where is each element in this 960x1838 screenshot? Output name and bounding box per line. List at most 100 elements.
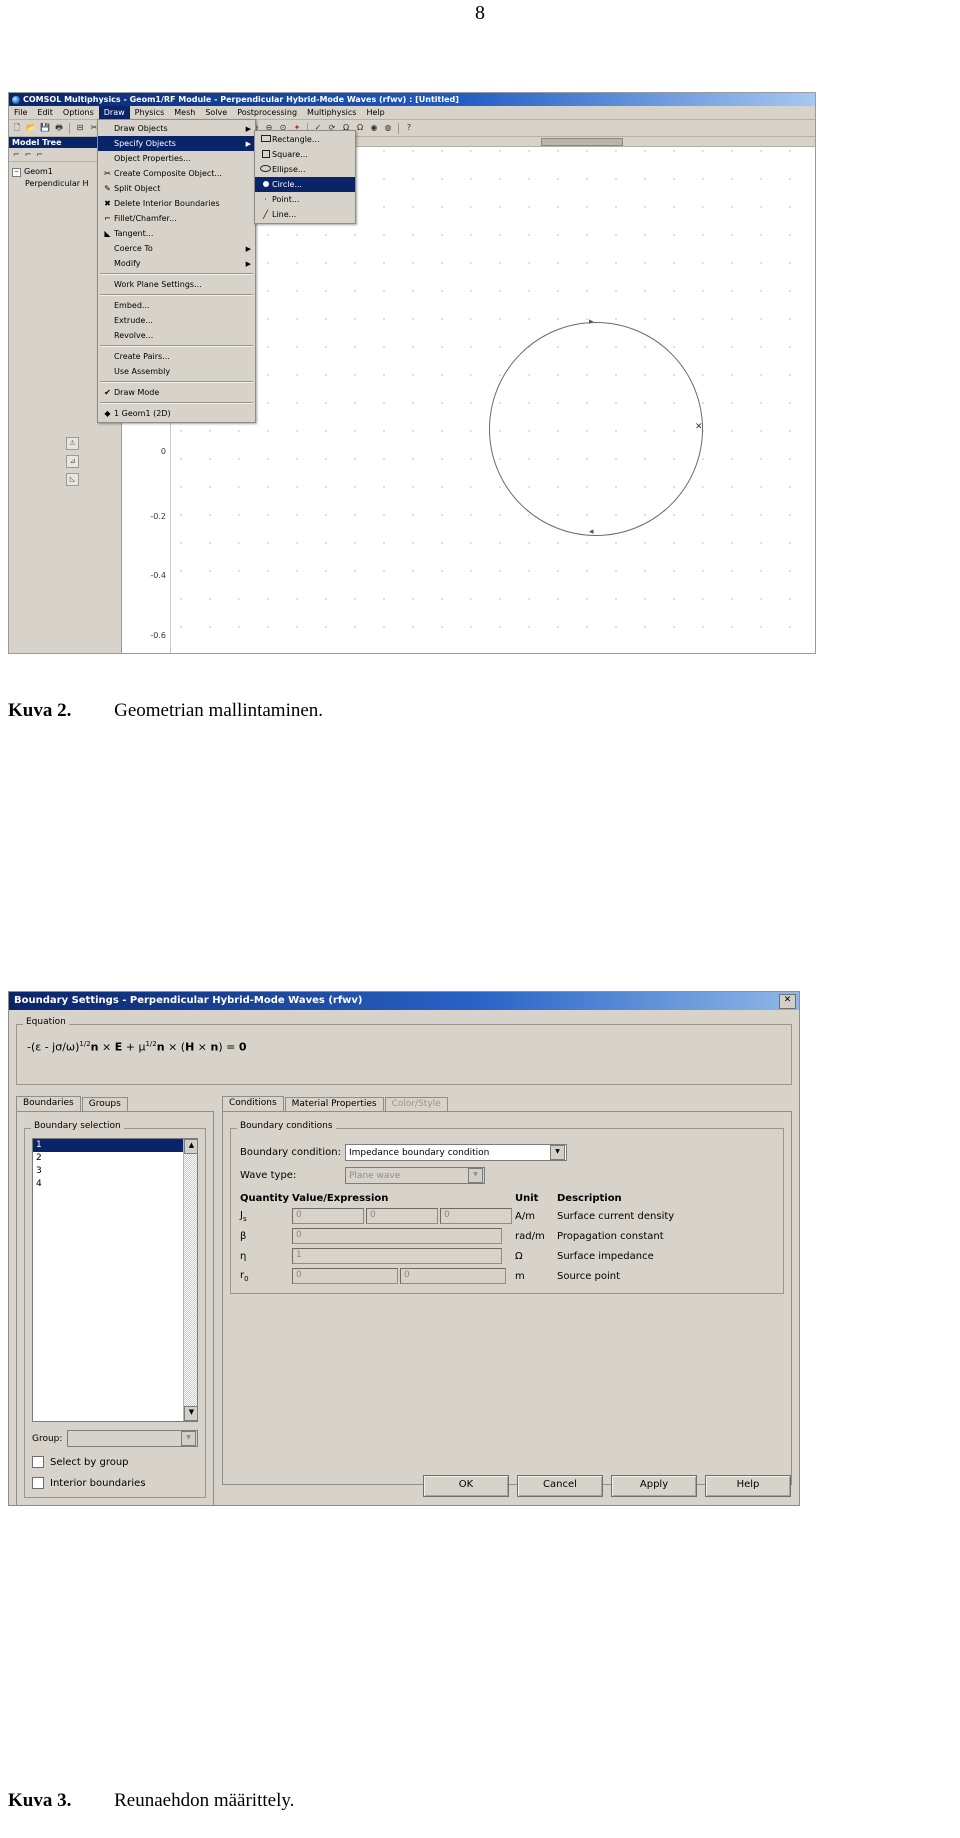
model-tree-icon[interactable]: ⊟ [74, 122, 86, 134]
menu-solve[interactable]: Solve [200, 106, 232, 119]
boundary-list-scrollbar[interactable]: ▲ ▼ [183, 1139, 197, 1421]
menu-postprocessing[interactable]: Postprocessing [232, 106, 302, 119]
select-by-group-checkbox[interactable] [32, 1456, 44, 1468]
specify-objects-submenu[interactable]: Rectangle... Square... Ellipse... Circle...… [254, 130, 356, 224]
dialog-button-row[interactable]: OK Cancel Apply Help [423, 1475, 791, 1497]
help-icon[interactable]: ? [403, 122, 415, 134]
close-icon[interactable]: ✕ [779, 993, 796, 1009]
menu-file[interactable]: File [9, 106, 32, 119]
tab-groups[interactable]: Groups [81, 1097, 128, 1111]
tab-color-style[interactable]: Color/Style [384, 1097, 448, 1111]
eta-input[interactable]: 1 [292, 1248, 502, 1264]
draw-menu-item-1-geom1-2d[interactable]: ◆ 1 Geom1 (2D) [98, 406, 255, 421]
tree-collapse-icon[interactable]: ⌐ [13, 150, 20, 159]
draw-menu-item-work-plane-settings[interactable]: Work Plane Settings... [98, 277, 255, 292]
scroll-up-icon[interactable]: ▲ [184, 1139, 197, 1154]
beta-input[interactable]: 0 [292, 1228, 502, 1244]
draw-menu-item-draw-mode[interactable]: ✔ Draw Mode [98, 385, 255, 400]
specify-submenu-item-ellipse[interactable]: Ellipse... [255, 162, 355, 177]
warning-icon[interactable]: ⚠ [66, 437, 79, 450]
boundary-list[interactable]: 1 2 3 4 ▲ ▼ [32, 1138, 198, 1422]
menu-physics[interactable]: Physics [130, 106, 170, 119]
js-y-input[interactable]: 0 [366, 1208, 438, 1224]
cancel-button[interactable]: Cancel [517, 1475, 603, 1497]
postprocessing-icon[interactable]: ◍ [382, 122, 394, 134]
draw-menu-item-object-properties[interactable]: Object Properties... [98, 151, 255, 166]
fillet-icon: ⌐ [104, 214, 111, 223]
r0-y-input[interactable]: 0 [400, 1268, 506, 1284]
specify-submenu-item-circle[interactable]: Circle... [255, 177, 355, 192]
select-by-group-row[interactable]: Select by group [32, 1456, 198, 1468]
print-icon[interactable]: 🖶 [53, 122, 65, 134]
draw-menu-item-use-assembly[interactable]: Use Assembly [98, 364, 255, 379]
menu-help[interactable]: Help [361, 106, 389, 119]
dialog-body: Equation -(ε - jσ/ω)1/2n × E + μ1/2n × (… [9, 1010, 799, 1505]
draw-menu-item-coerce-to[interactable]: Coerce To ▶ [98, 241, 255, 256]
chevron-down-icon[interactable]: ▼ [468, 1168, 483, 1183]
draw-menu-item-extrude[interactable]: Extrude... [98, 313, 255, 328]
draw-menu-item-revolve[interactable]: Revolve... [98, 328, 255, 343]
specify-submenu-item-square[interactable]: Square... [255, 147, 355, 162]
draw-tool-palette[interactable]: ⚠ ⊿ ◺ [66, 437, 79, 486]
interior-boundaries-row[interactable]: Interior boundaries [32, 1477, 198, 1489]
chevron-down-icon[interactable]: ▼ [550, 1145, 565, 1160]
menu-options[interactable]: Options [58, 106, 99, 119]
menu-edit[interactable]: Edit [32, 106, 58, 119]
draw-menu-item-delete-interior-boundaries[interactable]: ✖ Delete Interior Boundaries [98, 196, 255, 211]
tree-refresh-icon[interactable]: ⌐ [36, 150, 43, 159]
help-button[interactable]: Help [705, 1475, 791, 1497]
interior-boundaries-checkbox[interactable] [32, 1477, 44, 1489]
right-tab-strip[interactable]: Conditions Material Properties Color/Sty… [222, 1095, 792, 1111]
boundary-conditions-group: Boundary conditions Boundary condition: … [230, 1121, 784, 1294]
apply-button[interactable]: Apply [611, 1475, 697, 1497]
draw-menu-item-embed[interactable]: Embed... [98, 298, 255, 313]
scroll-down-icon[interactable]: ▼ [184, 1406, 197, 1421]
boundary-condition-select[interactable]: Impedance boundary condition ▼ [345, 1144, 567, 1161]
tab-boundaries[interactable]: Boundaries [16, 1096, 81, 1111]
js-x-input[interactable]: 0 [292, 1208, 364, 1224]
list-item[interactable]: 3 [33, 1165, 197, 1178]
specify-submenu-item-point[interactable]: · Point... [255, 192, 355, 207]
new-icon[interactable]: 🗋 [11, 122, 23, 134]
menu-bar[interactable]: File Edit Options Draw Physics Mesh Solv… [9, 106, 815, 120]
chevron-down-icon[interactable]: ▼ [181, 1431, 196, 1446]
draw-menu-item-modify[interactable]: Modify ▶ [98, 256, 255, 271]
menu-multiphysics[interactable]: Multiphysics [302, 106, 361, 119]
header-value-expression: Value/Expression [292, 1193, 389, 1204]
specify-submenu-item-rectangle[interactable]: Rectangle... [255, 132, 355, 147]
polyline-icon[interactable]: ⊿ [66, 455, 79, 468]
menu-draw[interactable]: Draw [98, 106, 130, 119]
tab-conditions[interactable]: Conditions [222, 1096, 284, 1111]
group-select[interactable]: ▼ [67, 1430, 198, 1447]
r0-x-input[interactable]: 0 [292, 1268, 398, 1284]
draw-dropdown-menu[interactable]: Draw Objects ▶ Specify Objects ▶ Object Prop… [97, 119, 256, 423]
draw-menu-item-split-object[interactable]: ✎ Split Object [98, 181, 255, 196]
circle-geometry[interactable] [489, 322, 703, 536]
ok-button[interactable]: OK [423, 1475, 509, 1497]
tree-expand-icon[interactable]: ⌐ [25, 150, 32, 159]
draw-menu-item-create-pairs[interactable]: Create Pairs... [98, 349, 255, 364]
boundary-selection-group: Boundary selection 1 2 3 4 ▲ ▼ Group: ▼ … [24, 1121, 206, 1498]
left-tab-strip[interactable]: Boundaries Groups [16, 1095, 214, 1111]
subdomain-settings-icon[interactable]: ◉ [368, 122, 380, 134]
specify-submenu-item-line[interactable]: ╱ Line... [255, 207, 355, 222]
dialog-title-text: Boundary Settings - Perpendicular Hybrid… [14, 995, 363, 1006]
tab-material-properties[interactable]: Material Properties [284, 1097, 384, 1111]
open-icon[interactable]: 📂 [25, 122, 37, 134]
js-z-input[interactable]: 0 [440, 1208, 512, 1224]
list-item[interactable]: 2 [33, 1152, 197, 1165]
draw-menu-item-tangent[interactable]: ◣ Tangent... [98, 226, 255, 241]
list-item[interactable]: 1 [33, 1139, 197, 1152]
triangle-icon[interactable]: ◺ [66, 473, 79, 486]
draw-menu-item-fillet-chamfer[interactable]: ⌐ Fillet/Chamfer... [98, 211, 255, 226]
save-icon[interactable]: 💾 [39, 122, 51, 134]
draw-menu-item-create-composite-object[interactable]: ✂ Create Composite Object... [98, 166, 255, 181]
tree-expander-icon[interactable]: − [12, 167, 21, 177]
menu-mesh[interactable]: Mesh [169, 106, 200, 119]
draw-menu-item-specify-objects[interactable]: Specify Objects ▶ [98, 136, 255, 151]
list-item[interactable]: 4 [33, 1178, 197, 1191]
wave-type-select[interactable]: Plane wave ▼ [345, 1167, 485, 1184]
tree-node-label: Geom1 [24, 167, 53, 176]
draw-menu-item-draw-objects[interactable]: Draw Objects ▶ [98, 121, 255, 136]
group-row: Group: ▼ [32, 1430, 198, 1447]
